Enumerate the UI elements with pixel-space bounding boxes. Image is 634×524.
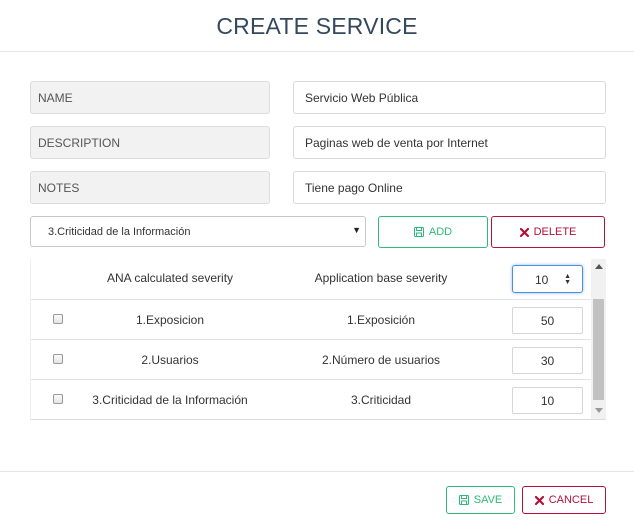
table-scrollbar[interactable] — [591, 259, 606, 419]
name-label: NAME — [30, 81, 270, 114]
table-row: 3.Criticidad de la Información 3.Critici… — [31, 380, 591, 419]
spinner-arrows-icon[interactable]: ▲ ▼ — [564, 273, 571, 286]
dialog-header: CREATE SERVICE — [0, 0, 634, 52]
scroll-down-icon[interactable] — [595, 408, 603, 413]
ana-severity-header: ANA calculated severity — [106, 271, 234, 285]
severity-select[interactable]: 3.Criticidad de la Información ▼ — [30, 216, 366, 247]
save-disk-icon — [413, 227, 424, 237]
table-header-row: ANA calculated severity Application base… — [31, 259, 591, 300]
cancel-button[interactable]: CANCEL — [522, 486, 606, 514]
app-severity-cell: 2.Número de usuarios — [321, 353, 441, 367]
save-button[interactable]: SAVE — [446, 486, 515, 514]
footer-divider — [0, 471, 634, 472]
delete-button-label: DELETE — [533, 226, 577, 238]
cancel-button-label: CANCEL — [548, 494, 594, 506]
add-button[interactable]: ADD — [378, 216, 488, 248]
severity-value-input[interactable]: 10 — [512, 387, 583, 414]
add-button-label: ADD — [428, 226, 453, 238]
x-mark-icon — [519, 227, 529, 237]
description-label: DESCRIPTION — [30, 126, 270, 159]
save-button-label: SAVE — [473, 494, 503, 506]
notes-field[interactable] — [293, 171, 606, 204]
app-severity-cell: 1.Exposición — [346, 313, 416, 327]
dropdown-arrow-icon: ▼ — [352, 225, 361, 235]
delete-button[interactable]: DELETE — [491, 216, 605, 248]
severity-select-value: 3.Criticidad de la Información — [48, 226, 191, 238]
ana-severity-cell: 3.Criticidad de la Información — [92, 393, 248, 407]
scroll-up-icon[interactable] — [595, 264, 603, 269]
name-field[interactable] — [293, 81, 606, 114]
scrollbar-thumb[interactable] — [593, 299, 604, 400]
severity-value-input[interactable]: 30 — [512, 347, 583, 374]
ana-severity-cell: 1.Exposicion — [135, 313, 205, 327]
ana-severity-cell: 2.Usuarios — [141, 353, 199, 367]
row-checkbox[interactable] — [53, 354, 63, 364]
app-severity-header: Application base severity — [314, 271, 448, 285]
notes-label: NOTES — [30, 171, 270, 204]
table-row: 2.Usuarios 2.Número de usuarios 30 — [31, 340, 591, 380]
severity-table: ANA calculated severity Application base… — [30, 259, 606, 420]
severity-value-input[interactable]: 50 — [512, 307, 583, 334]
table-row: 1.Exposicion 1.Exposición 50 — [31, 300, 591, 340]
save-disk-icon — [458, 495, 469, 505]
x-mark-icon — [534, 495, 544, 505]
dialog-title: CREATE SERVICE — [216, 13, 418, 39]
row-checkbox[interactable] — [53, 314, 63, 324]
app-severity-cell: 3.Criticidad — [350, 393, 412, 407]
severity-number-value: 10 — [535, 273, 549, 287]
severity-number-input[interactable]: 10 ▲ ▼ — [512, 265, 583, 293]
description-field[interactable] — [293, 126, 606, 159]
row-checkbox[interactable] — [53, 394, 63, 404]
